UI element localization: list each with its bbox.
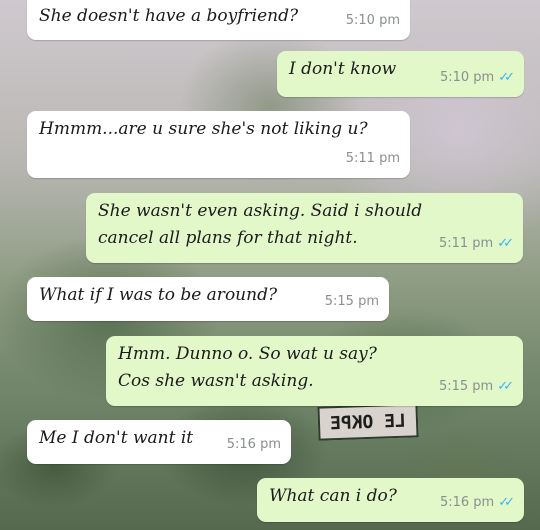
message-time: 5:10 pm <box>439 70 495 85</box>
message-outgoing[interactable]: Hmm. Dunno o. So wat u say? Cos she wasn… <box>106 336 523 406</box>
message-time: 5:10 pm <box>345 13 400 28</box>
message-meta: 5:10 pm ✓✓ <box>439 64 515 91</box>
message-outgoing[interactable]: I don't know 5:10 pm ✓✓ <box>277 51 524 97</box>
double-check-icon: ✓✓ <box>497 236 514 251</box>
message-text: Hmmm...are u sure she's not liking u? <box>39 119 368 139</box>
message-time: 5:11 pm <box>438 236 494 251</box>
message-meta: 5:16 pm ✓✓ <box>439 489 515 516</box>
uniform-name-tag: LE OKPE <box>317 403 419 441</box>
message-text: She doesn't have a boyfriend? <box>39 6 299 26</box>
double-check-icon: ✓✓ <box>497 379 514 394</box>
message-outgoing[interactable]: What can i do? 5:16 pm ✓✓ <box>257 478 524 522</box>
message-time: 5:15 pm <box>438 379 494 394</box>
message-text: Hmm. Dunno o. So wat u say? Cos she wasn… <box>118 344 377 391</box>
message-incoming[interactable]: Hmmm...are u sure she's not liking u? 5:… <box>27 111 410 178</box>
message-meta: 5:11 pm ✓✓ <box>438 230 514 257</box>
message-time: 5:16 pm <box>439 495 495 510</box>
double-check-icon: ✓✓ <box>498 70 515 85</box>
message-incoming[interactable]: What if I was to be around? 5:15 pm <box>27 277 389 321</box>
message-outgoing[interactable]: She wasn't even asking. Said i should ca… <box>86 193 523 263</box>
message-time: 5:11 pm <box>345 151 400 166</box>
message-incoming[interactable]: Me I don't want it 5:16 pm <box>27 420 291 464</box>
message-time: 5:15 pm <box>324 294 379 309</box>
message-time: 5:16 pm <box>226 437 281 452</box>
double-check-icon: ✓✓ <box>498 495 515 510</box>
message-incoming[interactable]: She doesn't have a boyfriend? 5:10 pm <box>27 0 410 40</box>
message-text: She wasn't even asking. Said i should ca… <box>98 201 423 248</box>
message-meta: 5:15 pm ✓✓ <box>438 373 514 400</box>
